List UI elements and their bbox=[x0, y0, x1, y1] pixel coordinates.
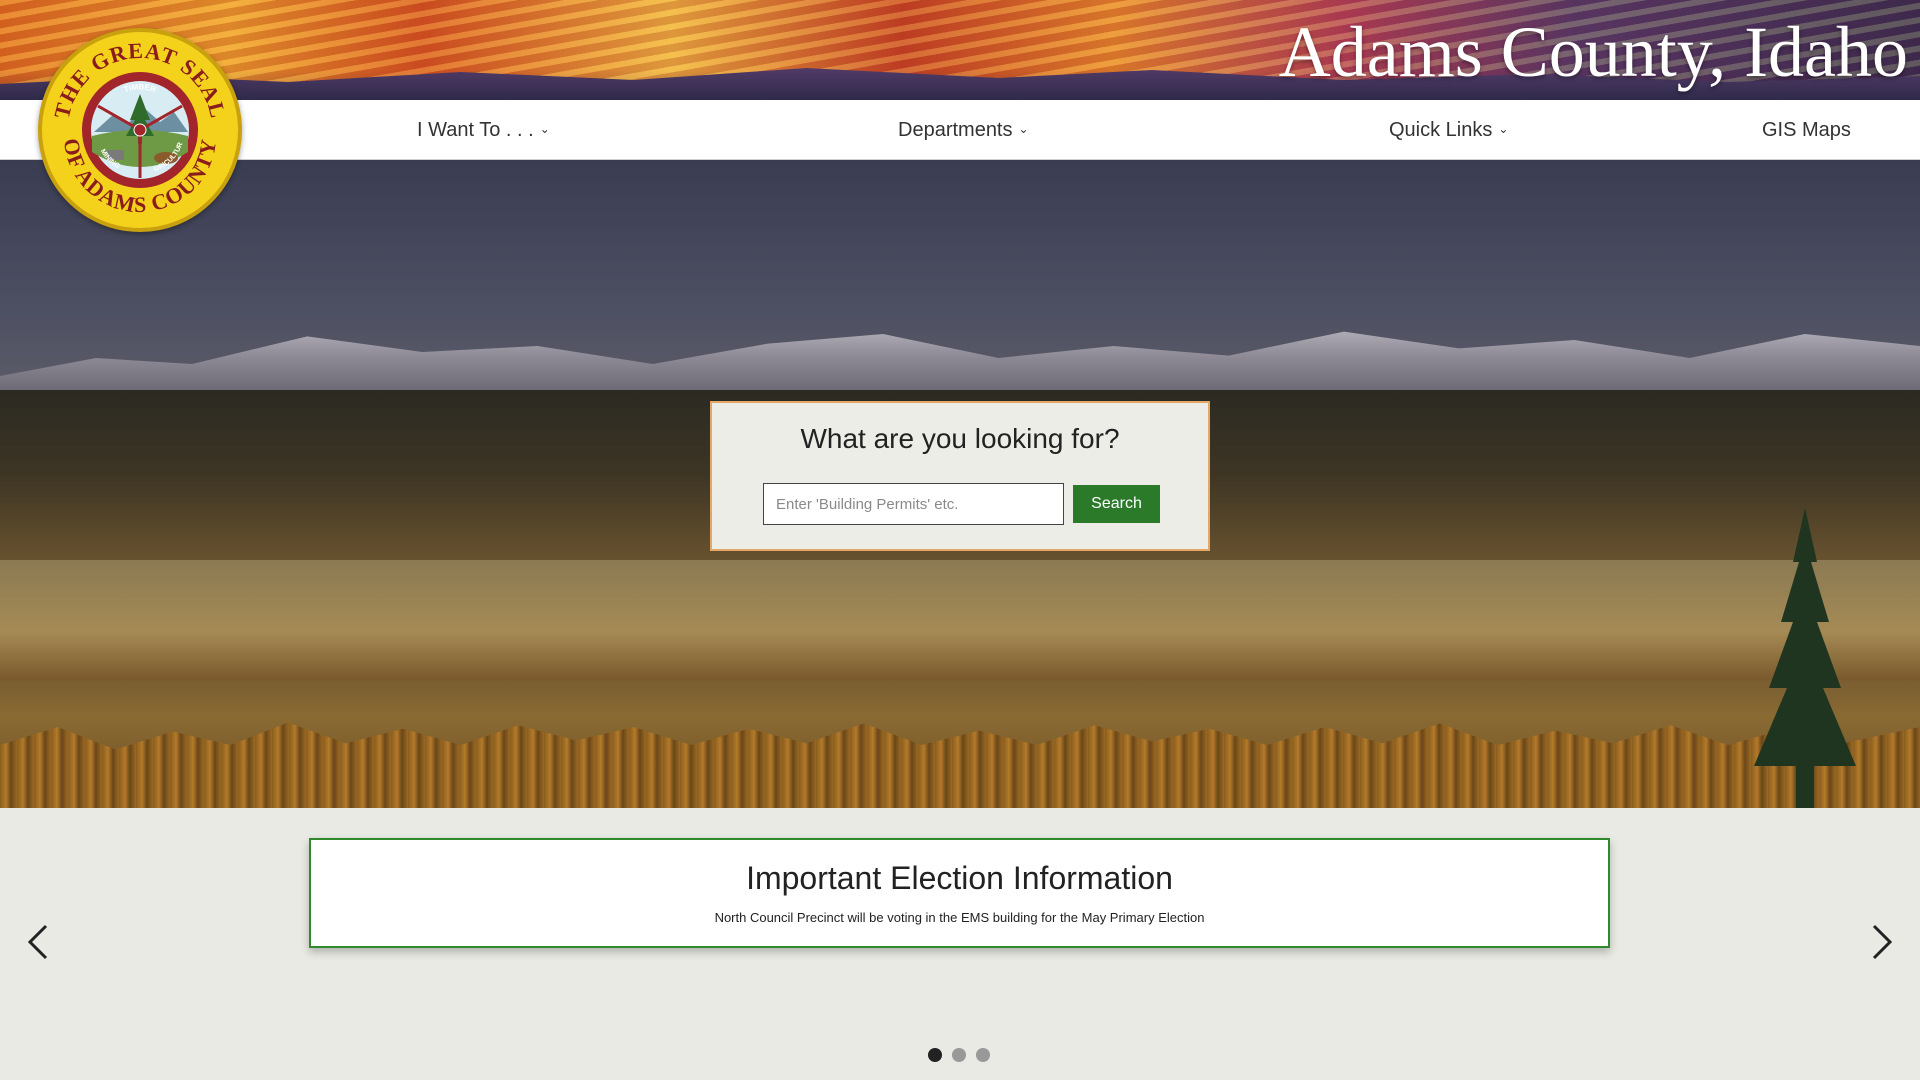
county-seal-logo[interactable]: THE GREAT SEAL OF ADAMS COUNTY TIMBER MI… bbox=[38, 28, 242, 232]
search-input[interactable] bbox=[763, 483, 1064, 525]
announcement-card: Important Election Information North Cou… bbox=[309, 838, 1610, 948]
chevron-down-icon: ⌄ bbox=[1018, 122, 1029, 136]
chevron-left-icon bbox=[27, 924, 48, 960]
header-banner: Adams County, Idaho bbox=[0, 0, 1920, 100]
carousel-next-arrow[interactable] bbox=[1866, 922, 1896, 962]
chevron-right-icon bbox=[1872, 924, 1893, 960]
hero-treeline bbox=[0, 722, 1920, 808]
nav-item-label: Departments bbox=[898, 118, 1013, 141]
seal-graphic: THE GREAT SEAL OF ADAMS COUNTY TIMBER MI… bbox=[42, 32, 230, 217]
search-panel: What are you looking for? Search bbox=[710, 401, 1210, 551]
chevron-down-icon: ⌄ bbox=[539, 122, 550, 136]
nav-item-label: I Want To . . . bbox=[417, 118, 534, 141]
carousel-dots bbox=[928, 1048, 990, 1062]
nav-item-quick-links[interactable]: Quick Links ⌄ bbox=[1389, 100, 1508, 160]
site-title: Adams County, Idaho bbox=[1278, 12, 1908, 92]
carousel-dot[interactable] bbox=[976, 1048, 990, 1062]
announcement-title: Important Election Information bbox=[746, 860, 1173, 896]
nav-item-i-want-to[interactable]: I Want To . . . ⌄ bbox=[417, 100, 550, 160]
nav-item-departments[interactable]: Departments ⌄ bbox=[898, 100, 1029, 160]
nav-item-gis-maps[interactable]: GIS Maps bbox=[1762, 100, 1851, 160]
carousel-dot[interactable] bbox=[952, 1048, 966, 1062]
announcement-body: North Council Precinct will be voting in… bbox=[714, 910, 1205, 925]
chevron-down-icon: ⌄ bbox=[1498, 122, 1509, 136]
nav-item-label: GIS Maps bbox=[1762, 118, 1851, 141]
carousel-prev-arrow[interactable] bbox=[24, 922, 54, 962]
nav-item-label: Quick Links bbox=[1389, 118, 1493, 141]
carousel-dot[interactable] bbox=[928, 1048, 942, 1062]
search-heading: What are you looking for? bbox=[800, 423, 1120, 454]
search-button[interactable]: Search bbox=[1073, 485, 1160, 523]
hero-valley bbox=[0, 560, 1920, 680]
main-nav: I Want To . . . ⌄ Departments ⌄ Quick Li… bbox=[0, 100, 1920, 160]
